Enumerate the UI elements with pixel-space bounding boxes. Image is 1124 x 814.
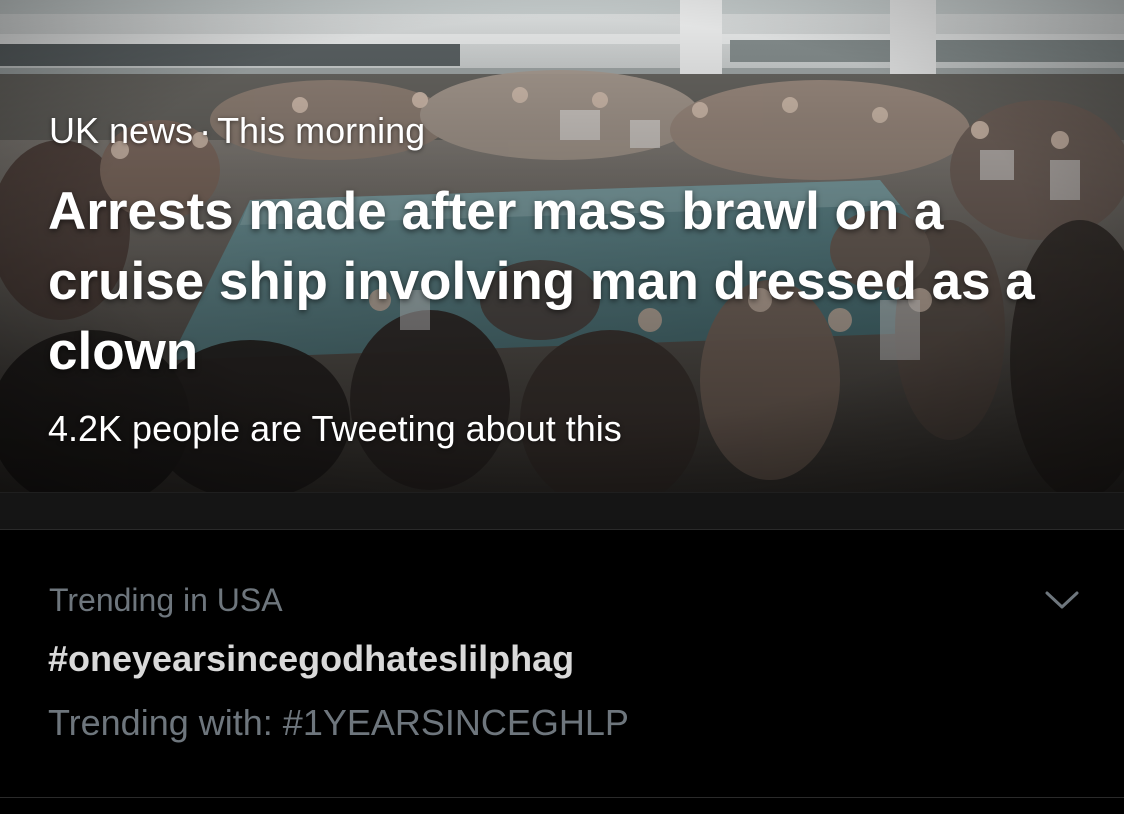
trend-hashtag[interactable]: #oneyearsincegodhateslilphag	[48, 638, 574, 680]
news-time: This morning	[217, 110, 426, 151]
explore-screen: UK news · This morning Arrests made after …	[0, 0, 1124, 814]
row-divider	[0, 797, 1124, 798]
news-category: UK news	[49, 110, 194, 151]
trend-context: Trending in USA	[49, 582, 283, 618]
section-divider	[0, 492, 1124, 530]
news-hero-card[interactable]: UK news · This morning Arrests made after …	[0, 0, 1124, 492]
trending-with-hashtag[interactable]: #1YEARSINCEGHLP	[283, 702, 629, 743]
trending-with: Trending with: #1YEARSINCEGHLP	[48, 702, 629, 744]
chevron-down-icon[interactable]	[1036, 580, 1088, 620]
news-headline[interactable]: Arrests made after mass brawl on a cruis…	[48, 177, 1048, 387]
trending-with-label: Trending with:	[48, 702, 273, 743]
trend-item[interactable]: Trending in USA #oneyearsincegodhateslil…	[0, 530, 1124, 798]
news-meta: UK news · This morning	[49, 110, 425, 152]
meta-separator: ·	[199, 110, 212, 151]
tweet-count: 4.2K people are Tweeting about this	[48, 408, 622, 449]
